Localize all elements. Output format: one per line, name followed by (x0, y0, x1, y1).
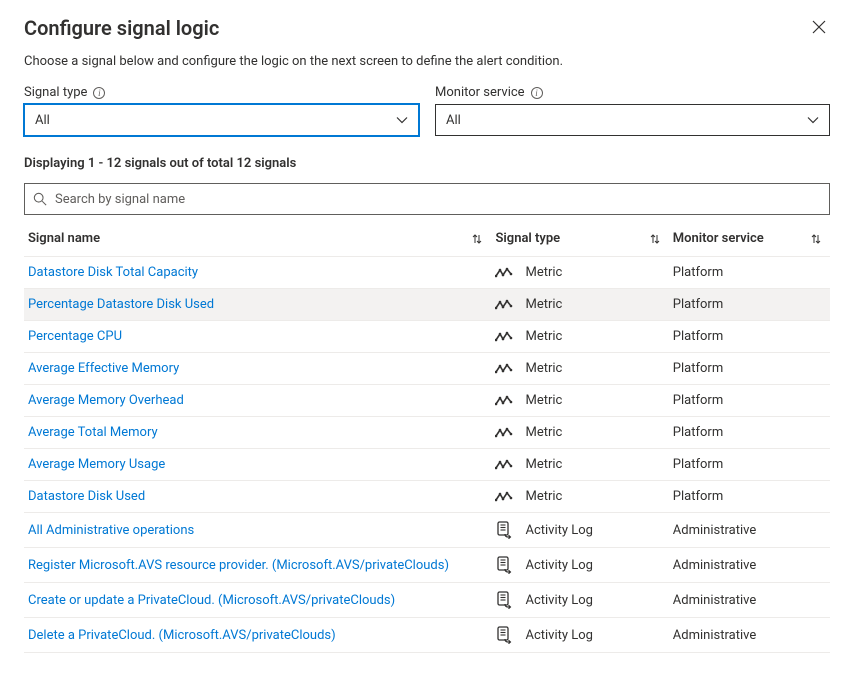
table-row[interactable]: Datastore Disk Used Metric Platform (24, 481, 830, 513)
activity-log-icon (495, 591, 513, 609)
signal-type-select[interactable]: All (24, 104, 419, 136)
monitor-service-label-text: Monitor service (435, 85, 525, 100)
metric-icon (495, 427, 513, 439)
chevron-down-icon (396, 116, 408, 124)
table-row[interactable]: Create or update a PrivateCloud. (Micros… (24, 583, 830, 618)
monitor-service-value: Administrative (669, 583, 830, 618)
signal-link[interactable]: Average Memory Overhead (28, 393, 184, 408)
col-signal-type[interactable]: Signal type (491, 221, 668, 257)
signal-type-value: Activity Log (525, 523, 593, 538)
monitor-service-value: Platform (669, 289, 830, 321)
metric-icon (495, 491, 513, 503)
signal-type-value: Activity Log (525, 558, 593, 573)
col-monitor-service[interactable]: Monitor service (669, 221, 830, 257)
monitor-service-value: Platform (669, 481, 830, 513)
monitor-service-filter: Monitor service i All (435, 85, 830, 136)
table-row[interactable]: Delete a PrivateCloud. (Microsoft.AVS/pr… (24, 618, 830, 653)
table-row[interactable]: Average Total Memory Metric Platform (24, 417, 830, 449)
search-box[interactable] (24, 183, 830, 215)
result-count: Displaying 1 - 12 signals out of total 1… (24, 156, 830, 171)
signal-type-value: Metric (525, 265, 562, 280)
signal-type-value: Metric (525, 361, 562, 376)
monitor-service-value: Administrative (669, 513, 830, 548)
page-title: Configure signal logic (24, 16, 219, 40)
signal-link[interactable]: Average Total Memory (28, 425, 158, 440)
info-icon[interactable]: i (531, 87, 543, 99)
filter-row: Signal type i All Monitor service i All (24, 85, 830, 136)
signal-link[interactable]: Delete a PrivateCloud. (Microsoft.AVS/pr… (28, 628, 336, 643)
signal-link[interactable]: All Administrative operations (28, 523, 194, 538)
intro-text: Choose a signal below and configure the … (24, 54, 830, 69)
signal-type-filter: Signal type i All (24, 85, 419, 136)
metric-icon (495, 363, 513, 375)
signal-type-value: Metric (525, 393, 562, 408)
configure-signal-panel: Configure signal logic Choose a signal b… (0, 0, 854, 677)
signal-type-value: Metric (525, 457, 562, 472)
metric-icon (495, 331, 513, 343)
col-monitor-service-label: Monitor service (673, 231, 764, 246)
signal-type-value: Metric (525, 329, 562, 344)
signal-type-value: Activity Log (525, 628, 593, 643)
signal-link[interactable]: Average Memory Usage (28, 457, 165, 472)
signal-link[interactable]: Datastore Disk Total Capacity (28, 265, 198, 280)
signal-link[interactable]: Create or update a PrivateCloud. (Micros… (28, 593, 395, 608)
activity-log-icon (495, 556, 513, 574)
metric-icon (495, 267, 513, 279)
activity-log-icon (495, 521, 513, 539)
signal-type-value: Activity Log (525, 593, 593, 608)
monitor-service-select[interactable]: All (435, 104, 830, 136)
table-header: Signal name Signal type (24, 221, 830, 257)
metric-icon (495, 395, 513, 407)
table-row[interactable]: Register Microsoft.AVS resource provider… (24, 548, 830, 583)
chevron-down-icon (807, 116, 819, 124)
monitor-service-value: Platform (669, 417, 830, 449)
sort-icon (471, 233, 483, 245)
signal-type-value: Metric (525, 489, 562, 504)
monitor-service-value: Platform (669, 257, 830, 289)
table-body: Datastore Disk Total Capacity Metric Platf… (24, 257, 830, 653)
metric-icon (495, 299, 513, 311)
monitor-service-value: All (446, 113, 461, 128)
col-signal-type-label: Signal type (495, 231, 560, 246)
table-row[interactable]: Datastore Disk Total Capacity Metric Platf… (24, 257, 830, 289)
table-row[interactable]: Average Memory Usage Metric Platform (24, 449, 830, 481)
col-signal-name-label: Signal name (28, 231, 100, 246)
signal-link[interactable]: Datastore Disk Used (28, 489, 145, 504)
signal-type-value: Metric (525, 297, 562, 312)
monitor-service-value: Administrative (669, 618, 830, 653)
monitor-service-value: Platform (669, 385, 830, 417)
metric-icon (495, 459, 513, 471)
signal-type-value: All (35, 113, 50, 128)
monitor-service-value: Platform (669, 449, 830, 481)
signal-type-label-text: Signal type (24, 85, 87, 100)
col-signal-name[interactable]: Signal name (24, 221, 491, 257)
signal-link[interactable]: Average Effective Memory (28, 361, 179, 376)
table-row[interactable]: Average Memory Overhead Metric Platform (24, 385, 830, 417)
signals-table: Signal name Signal type (24, 221, 830, 653)
signal-link[interactable]: Register Microsoft.AVS resource provider… (28, 558, 449, 573)
monitor-service-value: Platform (669, 321, 830, 353)
signal-type-value: Metric (525, 425, 562, 440)
signal-type-label: Signal type i (24, 85, 419, 100)
monitor-service-value: Platform (669, 353, 830, 385)
info-icon[interactable]: i (93, 87, 105, 99)
sort-icon (810, 233, 822, 245)
activity-log-icon (495, 626, 513, 644)
monitor-service-label: Monitor service i (435, 85, 830, 100)
table-row[interactable]: All Administrative operations Activity Lo… (24, 513, 830, 548)
signal-link[interactable]: Percentage Datastore Disk Used (28, 297, 214, 312)
close-icon[interactable] (808, 16, 830, 41)
search-input[interactable] (53, 191, 821, 208)
monitor-service-value: Administrative (669, 548, 830, 583)
sort-icon (649, 233, 661, 245)
table-row[interactable]: Percentage Datastore Disk Used Metric Plat… (24, 289, 830, 321)
panel-header: Configure signal logic (24, 16, 830, 54)
signal-link[interactable]: Percentage CPU (28, 329, 122, 344)
table-row[interactable]: Percentage CPU Metric Platform (24, 321, 830, 353)
table-row[interactable]: Average Effective Memory Metric Platform (24, 353, 830, 385)
search-icon (33, 192, 47, 206)
